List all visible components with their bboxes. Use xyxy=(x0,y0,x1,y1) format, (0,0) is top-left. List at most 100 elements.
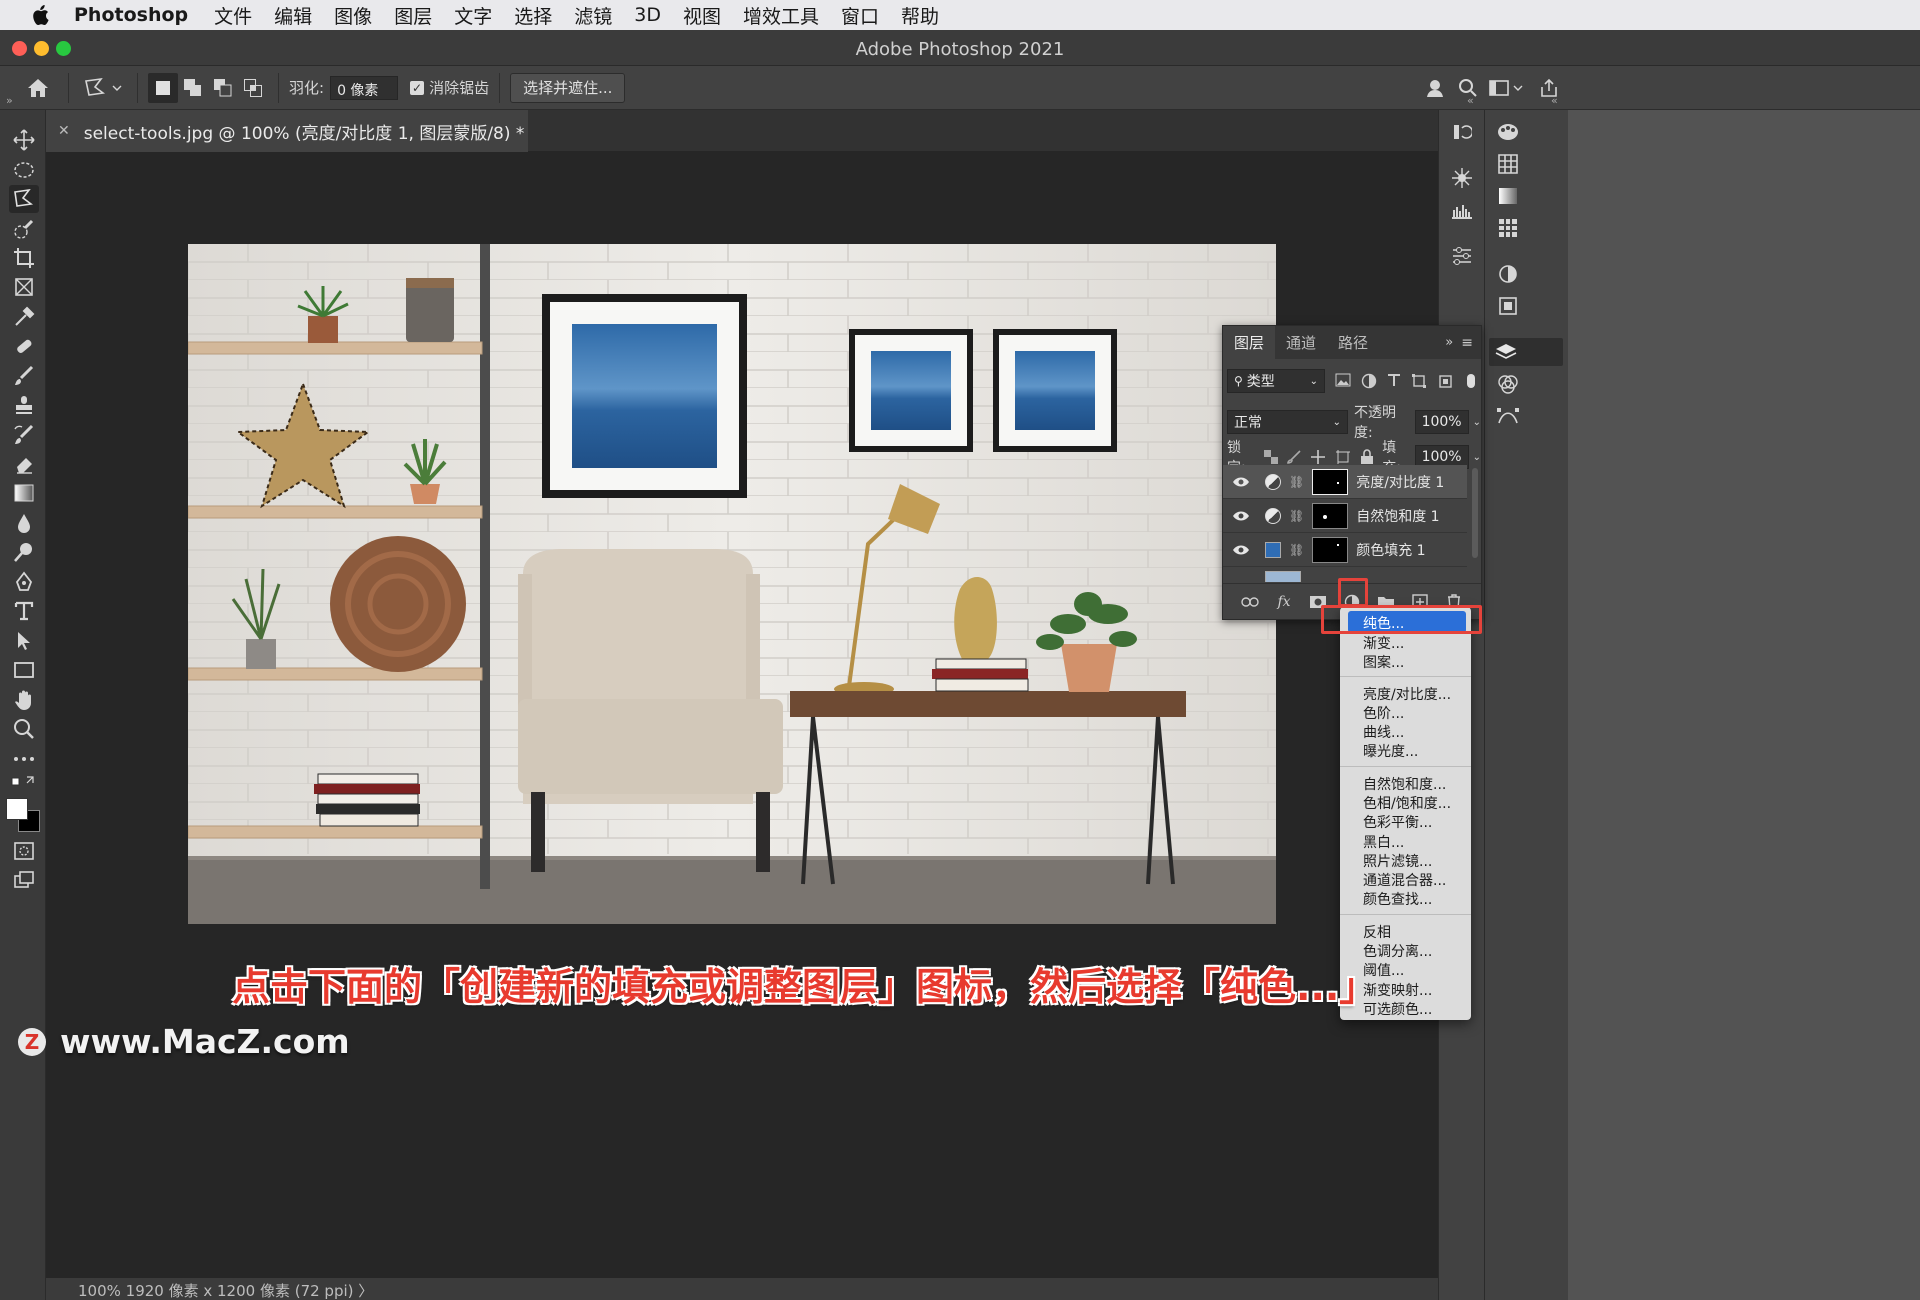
menu-item-pattern[interactable]: 图案... xyxy=(1363,652,1404,672)
menu-filter[interactable]: 滤镜 xyxy=(574,2,612,29)
menu-item-curves[interactable]: 曲线... xyxy=(1363,722,1404,742)
eye-icon[interactable] xyxy=(1223,510,1259,522)
quick-selection-tool-icon[interactable] xyxy=(9,215,39,243)
menu-item-levels[interactable]: 色阶... xyxy=(1363,703,1404,723)
menu-item-gradient[interactable]: 渐变... xyxy=(1363,633,1404,653)
panel-menu-icon[interactable]: ≡ xyxy=(1461,335,1473,351)
path-selection-tool-icon[interactable] xyxy=(9,627,39,655)
new-selection-icon[interactable] xyxy=(148,72,178,103)
swap-colors-icon[interactable] xyxy=(9,772,39,792)
layer-row[interactable]: ⛓ 亮度/对比度 1 xyxy=(1223,465,1467,499)
link-icon[interactable]: ⛓ xyxy=(1289,475,1304,489)
menu-item-black-white[interactable]: 黑白... xyxy=(1363,832,1404,852)
menu-window[interactable]: 窗口 xyxy=(841,2,879,29)
share-icon[interactable] xyxy=(1534,73,1564,103)
eraser-tool-icon[interactable] xyxy=(9,450,39,478)
clone-stamp-tool-icon[interactable] xyxy=(9,391,39,419)
apple-icon[interactable] xyxy=(28,3,52,27)
eye-icon[interactable] xyxy=(1223,544,1259,556)
history-brush-tool-icon[interactable] xyxy=(9,421,39,449)
close-tab-icon[interactable]: ✕ xyxy=(58,123,70,139)
color-swatches[interactable] xyxy=(6,798,42,834)
foreground-color-swatch[interactable] xyxy=(6,798,28,820)
smart-object-filter-icon[interactable] xyxy=(1437,373,1453,389)
menu-select[interactable]: 选择 xyxy=(514,2,552,29)
adjustment-layer-filter-icon[interactable] xyxy=(1361,373,1377,389)
crop-tool-icon[interactable] xyxy=(9,244,39,272)
rectangle-tool-icon[interactable] xyxy=(9,656,39,684)
lock-artboard-icon[interactable] xyxy=(1335,449,1351,465)
menu-item-color-lookup[interactable]: 颜色查找... xyxy=(1363,889,1432,909)
collapse-icon[interactable]: « xyxy=(1551,94,1558,107)
menu-view[interactable]: 视图 xyxy=(683,2,721,29)
workspace-icon[interactable] xyxy=(1486,73,1526,103)
tab-channels[interactable]: 通道 xyxy=(1275,326,1327,359)
opacity-input[interactable]: 100% xyxy=(1414,410,1469,434)
gradients-icon[interactable] xyxy=(1493,182,1523,210)
menu-3d[interactable]: 3D xyxy=(634,4,661,26)
select-and-mask-button[interactable]: 选择并遮住... xyxy=(510,72,626,103)
collapse-icon[interactable]: » xyxy=(6,94,13,107)
blur-tool-icon[interactable] xyxy=(9,509,39,537)
layer-mask-thumbnail[interactable] xyxy=(1312,502,1349,529)
screen-mode-icon[interactable] xyxy=(9,866,39,894)
adjustments-icon[interactable] xyxy=(1493,260,1523,288)
menu-edit[interactable]: 编辑 xyxy=(274,2,312,29)
chevron-down-icon[interactable]: ⌄ xyxy=(1473,417,1481,428)
document-tab[interactable]: ✕ select-tools.jpg @ 100% (亮度/对比度 1, 图层蒙… xyxy=(46,110,528,152)
menu-item-exposure[interactable]: 曝光度... xyxy=(1363,741,1418,761)
shape-layer-filter-icon[interactable] xyxy=(1411,373,1427,389)
blend-mode-select[interactable]: 正常 ⌄ xyxy=(1227,410,1349,434)
tab-paths[interactable]: 路径 xyxy=(1327,326,1379,359)
polygonal-lasso-tool-icon[interactable] xyxy=(9,185,39,213)
channels-icon[interactable] xyxy=(1493,370,1523,398)
menu-item-channel-mixer[interactable]: 通道混合器... xyxy=(1363,870,1446,890)
brush-settings-icon[interactable] xyxy=(1447,164,1477,192)
move-tool-icon[interactable] xyxy=(9,126,39,154)
hand-tool-icon[interactable] xyxy=(9,686,39,714)
filter-toggle[interactable] xyxy=(1467,374,1475,388)
tab-layers[interactable]: 图层 xyxy=(1223,326,1276,359)
layer-row[interactable]: ⛓ 颜色填充 1 xyxy=(1223,533,1467,567)
properties-icon[interactable] xyxy=(1447,242,1477,270)
eyedropper-tool-icon[interactable] xyxy=(9,303,39,331)
menu-item-color-balance[interactable]: 色彩平衡... xyxy=(1363,812,1432,832)
collapse-icon[interactable]: « xyxy=(1467,94,1474,107)
layer-row[interactable]: ⛓ 自然饱和度 1 xyxy=(1223,499,1467,533)
patterns-icon[interactable] xyxy=(1493,214,1523,242)
menu-item-photo-filter[interactable]: 照片滤镜... xyxy=(1363,851,1432,871)
home-icon[interactable] xyxy=(18,73,58,103)
eye-icon[interactable] xyxy=(1223,476,1259,488)
gradient-tool-icon[interactable] xyxy=(9,479,39,507)
menu-app-name[interactable]: Photoshop xyxy=(74,4,188,26)
user-sync-icon[interactable] xyxy=(1420,73,1452,103)
color-panel-icon[interactable] xyxy=(1493,118,1523,146)
brush-tool-icon[interactable] xyxy=(9,362,39,390)
menu-image[interactable]: 图像 xyxy=(334,2,372,29)
histogram-icon[interactable] xyxy=(1447,196,1477,224)
menu-file[interactable]: 文件 xyxy=(214,2,252,29)
type-layer-filter-icon[interactable] xyxy=(1387,373,1401,387)
panel-expand-icon[interactable]: » xyxy=(1445,335,1453,350)
menu-plugins[interactable]: 增效工具 xyxy=(743,2,819,29)
swatches-icon[interactable] xyxy=(1493,150,1523,178)
lock-image-pixels-icon[interactable] xyxy=(1287,450,1301,464)
subtract-from-selection-icon[interactable] xyxy=(208,73,238,103)
intersect-selection-icon[interactable] xyxy=(238,73,268,103)
zoom-tool-icon[interactable] xyxy=(9,715,39,743)
layer-mask-thumbnail[interactable] xyxy=(1312,536,1349,563)
add-to-selection-icon[interactable] xyxy=(178,73,208,103)
layers-scrollbar[interactable] xyxy=(1472,468,1478,558)
paths-icon[interactable] xyxy=(1493,402,1523,430)
dodge-tool-icon[interactable] xyxy=(9,538,39,566)
menu-help[interactable]: 帮助 xyxy=(901,2,939,29)
quick-mask-icon[interactable] xyxy=(9,837,39,865)
layer-filter-select[interactable]: ⚲ 类型 ⌄ xyxy=(1227,369,1325,393)
layers-panel-icon[interactable] xyxy=(1489,338,1563,366)
lock-transparency-icon[interactable] xyxy=(1264,450,1279,464)
menu-item-hue-saturation[interactable]: 色相/饱和度... xyxy=(1363,793,1451,813)
menu-item-invert[interactable]: 反相 xyxy=(1363,922,1391,942)
lock-all-icon[interactable] xyxy=(1360,449,1374,465)
libraries-icon[interactable] xyxy=(1493,292,1523,320)
pen-tool-icon[interactable] xyxy=(9,568,39,596)
